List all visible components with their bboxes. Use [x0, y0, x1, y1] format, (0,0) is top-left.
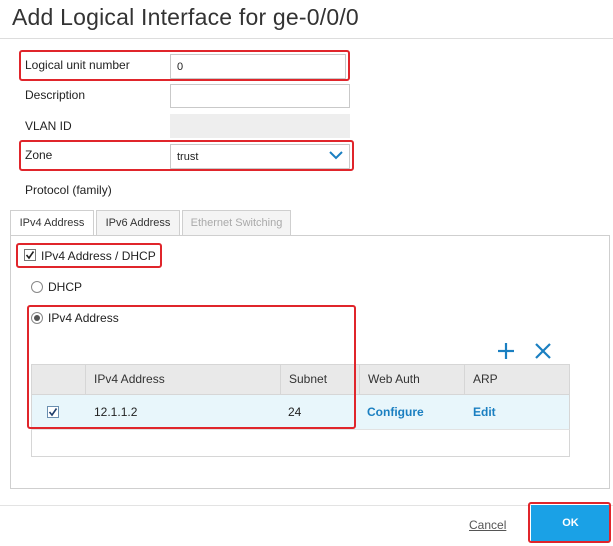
annotation-box-ipv4-address [27, 305, 356, 429]
tab-ipv6-address[interactable]: IPv6 Address [96, 210, 180, 235]
description-input[interactable] [170, 84, 350, 108]
configure-link[interactable]: Configure [367, 395, 424, 429]
title-divider [0, 38, 613, 39]
vlan-id-label: VLAN ID [25, 119, 72, 133]
column-header-web-auth: Web Auth [359, 365, 464, 394]
dhcp-radio[interactable] [31, 281, 43, 293]
footer-divider [0, 505, 613, 506]
column-header-arp: ARP [464, 365, 569, 394]
description-label: Description [25, 88, 86, 102]
edit-link[interactable]: Edit [473, 395, 496, 429]
vlan-id-input [170, 114, 350, 138]
close-icon[interactable] [534, 342, 552, 360]
annotation-box-ok [528, 502, 611, 543]
annotation-box-logical-unit [19, 50, 350, 81]
annotation-box-zone [19, 140, 354, 171]
annotation-box-ipv4-dhcp [16, 243, 162, 268]
dhcp-radio-label: DHCP [48, 280, 83, 294]
protocol-label: Protocol (family) [25, 183, 112, 197]
dialog-title: Add Logical Interface for ge-0/0/0 [12, 4, 359, 30]
tab-ethernet-switching: Ethernet Switching [182, 210, 291, 235]
plus-icon[interactable] [497, 342, 515, 360]
tab-ipv4-address[interactable]: IPv4 Address [10, 210, 94, 236]
table-empty-row [31, 429, 570, 457]
cancel-button[interactable]: Cancel [469, 518, 506, 532]
